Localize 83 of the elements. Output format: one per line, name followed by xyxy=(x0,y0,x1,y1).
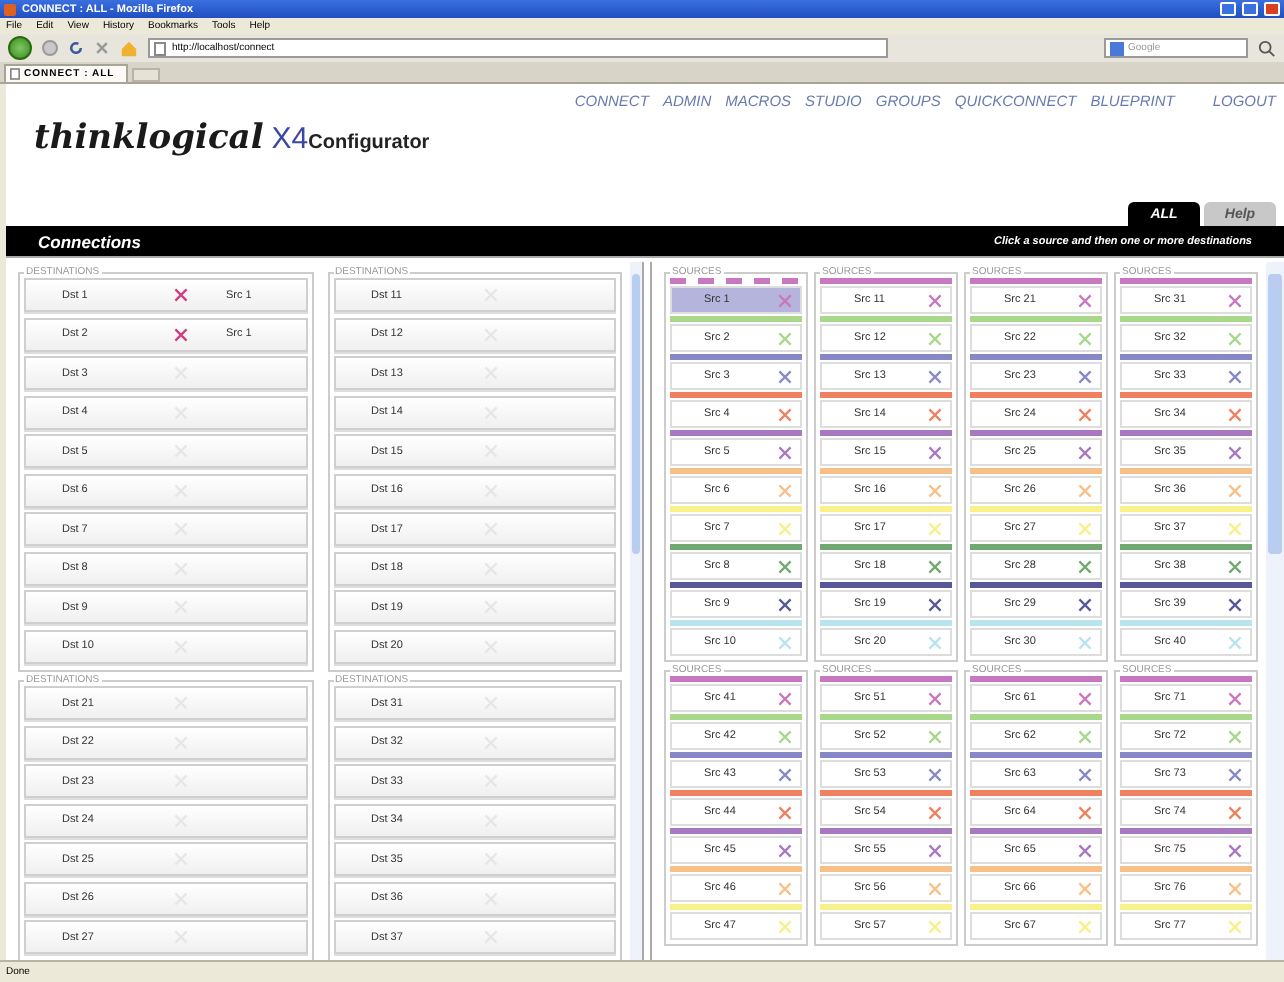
maximize-button[interactable] xyxy=(1242,2,1258,16)
x-icon xyxy=(1228,407,1242,421)
x-icon xyxy=(928,521,942,535)
x-icon xyxy=(1228,919,1242,933)
x-icon xyxy=(928,559,942,573)
x-icon xyxy=(928,293,942,307)
x-icon xyxy=(1228,369,1242,383)
x-icon xyxy=(1078,767,1092,781)
x-icon xyxy=(928,407,942,421)
x-icon xyxy=(1228,635,1242,649)
x-icon xyxy=(778,881,792,895)
x-icon xyxy=(928,445,942,459)
close-button[interactable] xyxy=(1264,2,1280,16)
page-icon xyxy=(154,41,166,55)
x-icon xyxy=(1228,445,1242,459)
x-icon xyxy=(1228,293,1242,307)
x-icon xyxy=(778,331,792,345)
x-icon xyxy=(1228,729,1242,743)
product-name: X4 xyxy=(271,122,309,156)
x-icon xyxy=(928,369,942,383)
x-icon xyxy=(1228,521,1242,535)
x-icon xyxy=(928,881,942,895)
x-icon xyxy=(928,767,942,781)
x-icon xyxy=(1078,483,1092,497)
search-icon[interactable] xyxy=(1258,39,1276,57)
back-button[interactable] xyxy=(8,36,32,60)
section-title: Connections xyxy=(38,231,141,251)
x-icon xyxy=(1228,559,1242,573)
x-icon xyxy=(1078,369,1092,383)
x-icon xyxy=(1228,881,1242,895)
x-icon xyxy=(778,729,792,743)
x-icon xyxy=(1228,691,1242,705)
reload-icon[interactable] xyxy=(68,40,84,56)
x-icon xyxy=(928,805,942,819)
x-icon xyxy=(778,483,792,497)
x-icon xyxy=(1078,521,1092,535)
x-icon xyxy=(778,407,792,421)
x-icon xyxy=(1078,559,1092,573)
x-icon xyxy=(1228,331,1242,345)
x-icon xyxy=(778,767,792,781)
x-icon xyxy=(1078,597,1092,611)
product-suffix: Configurator xyxy=(308,132,430,154)
x-icon xyxy=(778,293,792,307)
x-icon xyxy=(778,805,792,819)
x-icon xyxy=(928,483,942,497)
x-icon xyxy=(1078,805,1092,819)
x-icon xyxy=(1078,445,1092,459)
x-icon xyxy=(1078,293,1092,307)
x-icon xyxy=(1078,407,1092,421)
x-icon xyxy=(778,919,792,933)
scrollbar[interactable] xyxy=(1266,262,1284,960)
x-icon xyxy=(1228,767,1242,781)
x-icon xyxy=(1078,331,1092,345)
x-icon xyxy=(1228,843,1242,857)
x-icon xyxy=(928,843,942,857)
x-icon xyxy=(778,691,792,705)
x-icon xyxy=(1078,843,1092,857)
x-icon xyxy=(928,597,942,611)
x-icon xyxy=(1078,881,1092,895)
x-icon xyxy=(928,919,942,933)
scrollbar[interactable] xyxy=(630,262,642,960)
x-icon xyxy=(928,635,942,649)
x-icon xyxy=(928,691,942,705)
x-icon xyxy=(1078,691,1092,705)
x-icon xyxy=(928,729,942,743)
x-icon xyxy=(778,559,792,573)
x-icon xyxy=(928,331,942,345)
x-icon xyxy=(778,597,792,611)
x-icon xyxy=(1078,635,1092,649)
page-icon xyxy=(10,68,20,80)
x-icon xyxy=(778,521,792,535)
x-icon xyxy=(778,843,792,857)
minimize-button[interactable] xyxy=(1220,2,1236,16)
x-icon xyxy=(1228,597,1242,611)
x-icon xyxy=(778,635,792,649)
brand-logo: thinklogical xyxy=(34,118,264,158)
app-icon xyxy=(4,3,16,15)
x-icon xyxy=(1228,483,1242,497)
x-icon xyxy=(1078,729,1092,743)
x-icon xyxy=(778,369,792,383)
x-icon xyxy=(1228,805,1242,819)
x-icon xyxy=(778,445,792,459)
x-icon xyxy=(1078,919,1092,933)
